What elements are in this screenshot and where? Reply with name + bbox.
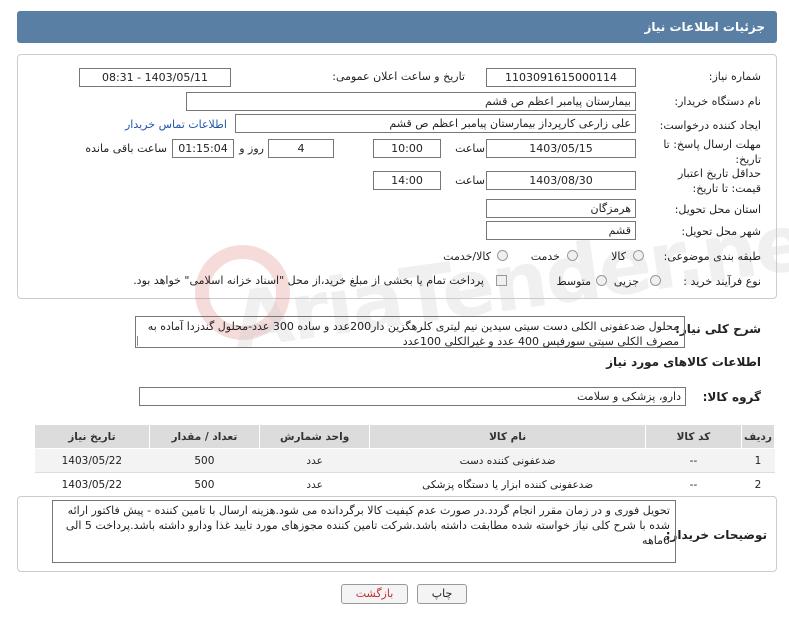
category-radio-goods[interactable] (633, 250, 644, 261)
cell-unit: عدد (259, 472, 370, 497)
resize-handle-icon[interactable] (137, 336, 147, 346)
category-label: طبقه بندی موضوعی: (663, 250, 761, 263)
col-header-code: کد کالا (644, 424, 742, 449)
buyer-notes-text: تحویل فوری و در زمان مقرر انجام گردد.در … (65, 504, 670, 547)
summary-field: محلول ضدعفونی الکلی دست سیتی سیدین نیم ل… (135, 316, 685, 348)
buyer-contact-link[interactable]: اطلاعات تماس خریدار (125, 118, 227, 131)
summary-text: محلول ضدعفونی الکلی دست سیتی سیدین نیم ل… (147, 320, 679, 348)
days-field: 4 (268, 139, 334, 158)
treasury-payment-checkbox[interactable] (496, 275, 507, 286)
province-field: هرمزگان (486, 199, 636, 218)
cell-name: ضدعفونی کننده ابزار یا دستگاه پزشکی (369, 472, 646, 497)
process-option-medium: متوسط (556, 275, 591, 288)
creator-field: علی زارعی کارپرداز بیمارستان پیامبر اعظم… (235, 114, 636, 133)
need-number-field: 1103091615000114 (486, 68, 636, 87)
back-button[interactable]: بازگشت (341, 584, 408, 604)
days-label: روز و (239, 142, 264, 155)
category-radio-service[interactable] (567, 250, 578, 261)
category-option-service: خدمت (530, 250, 560, 263)
goods-info-title: اطلاعات کالاهای مورد نیاز (606, 355, 761, 369)
cell-qty: 500 (149, 448, 260, 473)
validity-time-field: 14:00 (373, 171, 441, 190)
cell-code: -- (645, 472, 742, 497)
buyer-notes-field: تحویل فوری و در زمان مقرر انجام گردد.در … (52, 500, 676, 563)
page-title: جزئیات اطلاعات نیاز (644, 20, 765, 34)
table-row[interactable]: 2 -- ضدعفونی کننده ابزار یا دستگاه پزشکی… (34, 472, 775, 497)
cell-date: 1403/05/22 (34, 472, 150, 497)
category-option-goods-service: کالا/خدمت (443, 250, 491, 263)
city-label: شهر محل تحویل: (681, 225, 761, 238)
creator-label: ایجاد کننده درخواست: (659, 119, 761, 132)
items-table: ردیف کد کالا نام کالا واحد شمارش تعداد /… (34, 424, 776, 497)
validity-label: حداقل تاریخ اعتبار قیمت: تا تاریخ: (677, 167, 761, 195)
col-header-unit: واحد شمارش (258, 424, 371, 449)
category-radio-goods-service[interactable] (497, 250, 508, 261)
cell-row: 2 (741, 472, 775, 497)
cell-name: ضدعفونی کننده دست (369, 448, 646, 473)
buyer-org-label: نام دستگاه خریدار: (674, 95, 761, 108)
validity-time-label: ساعت (455, 174, 485, 187)
deadline-time-label: ساعت (455, 142, 485, 155)
col-header-name: نام کالا (369, 424, 646, 449)
category-option-goods: کالا (611, 250, 626, 263)
cell-row: 1 (741, 448, 775, 473)
process-radio-medium[interactable] (596, 275, 607, 286)
deadline-time-field: 10:00 (373, 139, 441, 158)
print-button[interactable]: چاپ (417, 584, 467, 604)
cell-date: 1403/05/22 (34, 448, 150, 473)
process-radio-minor[interactable] (650, 275, 661, 286)
page-header: جزئیات اطلاعات نیاز (17, 11, 777, 43)
buyer-org-field: بیمارستان پیامبر اعظم ص قشم (186, 92, 636, 111)
goods-group-label: گروه کالا: (702, 390, 761, 404)
remaining-time-field: 01:15:04 (172, 139, 234, 158)
cell-code: -- (645, 448, 742, 473)
process-option-minor: جزیی (613, 275, 639, 288)
announce-field: 1403/05/11 - 08:31 (79, 68, 231, 87)
col-header-date: تاریخ نیاز (34, 424, 150, 449)
deadline-label: مهلت ارسال پاسخ: تا تاریخ: (663, 138, 761, 166)
cell-qty: 500 (149, 472, 260, 497)
payment-note: پرداخت تمام یا بخشی از مبلغ خرید،از محل … (133, 274, 484, 287)
buyer-notes-label: توضیحات خریدار: (665, 528, 767, 542)
announce-label: تاریخ و ساعت اعلان عمومی: (332, 70, 465, 83)
validity-date-field: 1403/08/30 (486, 171, 636, 190)
city-field: قشم (486, 221, 636, 240)
items-table-header: ردیف کد کالا نام کالا واحد شمارش تعداد /… (34, 424, 776, 449)
remaining-label: ساعت باقی مانده (85, 142, 167, 155)
col-header-qty: تعداد / مقدار (148, 424, 261, 449)
province-label: استان محل تحویل: (674, 203, 761, 216)
summary-label: شرح کلی نیاز: (675, 322, 761, 336)
goods-group-field: دارو، پزشکی و سلامت (139, 387, 686, 406)
process-label: نوع فرآیند خرید : (683, 275, 761, 288)
table-row[interactable]: 1 -- ضدعفونی کننده دست عدد 500 1403/05/2… (34, 448, 775, 473)
need-number-label: شماره نیاز: (708, 70, 761, 83)
deadline-date-field: 1403/05/15 (486, 139, 636, 158)
cell-unit: عدد (259, 448, 370, 473)
col-header-row: ردیف (740, 424, 776, 449)
